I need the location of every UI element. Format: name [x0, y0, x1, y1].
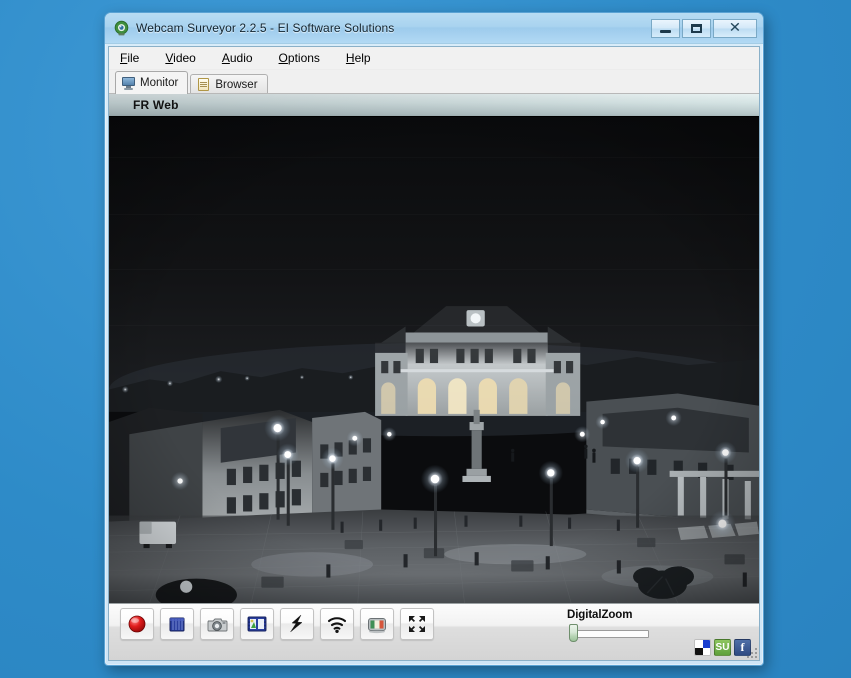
menu-item-help[interactable]: Help — [343, 49, 384, 67]
menu-label-file: ile — [127, 51, 140, 65]
camera-name: FR Web — [133, 98, 179, 112]
maximize-button[interactable] — [682, 18, 711, 38]
menu-item-options[interactable]: Options — [276, 49, 333, 67]
fullscreen-icon — [409, 616, 425, 632]
digital-zoom-slider[interactable] — [567, 624, 651, 642]
webcam-icon — [113, 20, 130, 37]
tab-monitor[interactable]: Monitor — [115, 71, 189, 94]
resize-grip[interactable] — [744, 645, 757, 658]
menu-label-audio: udio — [229, 51, 253, 65]
client-area: File Video Audio Options Help Monitor Br… — [108, 46, 760, 661]
menu-label-help: elp — [354, 51, 371, 65]
social-links: SU f — [694, 639, 751, 656]
menu-item-audio[interactable]: Audio — [219, 49, 266, 67]
red-record-icon — [128, 615, 146, 633]
lightning-icon — [290, 614, 303, 633]
delicious-button[interactable] — [694, 639, 711, 656]
video-feed[interactable] — [109, 117, 759, 603]
digital-zoom-label: DigitalZoom — [567, 609, 633, 621]
blue-stop-icon — [169, 617, 185, 632]
camera-header: FR Web — [109, 94, 759, 117]
window-title: Webcam Surveyor 2.2.5 - EI Software Solu… — [136, 21, 395, 35]
desktop-background: Webcam Surveyor 2.2.5 - EI Software Solu… — [0, 0, 851, 678]
menu-item-file[interactable]: File — [117, 49, 152, 67]
stop-button[interactable] — [160, 608, 194, 640]
broadcast-button[interactable] — [320, 608, 354, 640]
tab-browser[interactable]: Browser — [190, 74, 268, 94]
toolbar-button-row — [120, 608, 434, 640]
maximize-icon — [691, 23, 702, 33]
digital-zoom-group: DigitalZoom — [567, 609, 657, 642]
bottom-toolbar: DigitalZoom SU f — [109, 603, 759, 660]
stumbleupon-button[interactable]: SU — [714, 639, 731, 656]
night-scene-image — [109, 117, 759, 603]
close-button[interactable]: ✕ — [713, 18, 757, 38]
record-button[interactable] — [120, 608, 154, 640]
fullscreen-button[interactable] — [400, 608, 434, 640]
tab-strip: Monitor Browser — [109, 70, 759, 94]
window-controls: ✕ — [651, 18, 759, 38]
menu-label-video: ideo — [173, 51, 196, 65]
tab-browser-label: Browser — [215, 78, 258, 91]
film-strip-icon — [247, 616, 267, 632]
menu-item-video[interactable]: Video — [162, 49, 208, 67]
tv-monitor-icon — [368, 618, 386, 634]
tab-monitor-label: Monitor — [140, 77, 179, 89]
snapshot-button[interactable] — [200, 608, 234, 640]
monitor-button[interactable] — [360, 608, 394, 640]
slider-track[interactable] — [575, 630, 649, 638]
wifi-icon — [327, 617, 347, 633]
delicious-icon — [695, 640, 703, 648]
stumbleupon-label: SU — [715, 642, 730, 653]
minimize-button[interactable] — [651, 18, 680, 38]
film-button[interactable] — [240, 608, 274, 640]
slider-thumb[interactable] — [569, 624, 578, 642]
motion-button[interactable] — [280, 608, 314, 640]
menu-bar: File Video Audio Options Help — [109, 47, 759, 70]
title-bar: Webcam Surveyor 2.2.5 - EI Software Solu… — [105, 13, 763, 44]
page-icon — [197, 78, 211, 91]
camera-icon — [207, 618, 228, 632]
application-window: Webcam Surveyor 2.2.5 - EI Software Solu… — [104, 12, 764, 666]
close-icon: ✕ — [728, 20, 742, 36]
monitor-icon — [122, 76, 136, 90]
minimize-icon — [660, 29, 671, 33]
menu-label-options: ptions — [287, 51, 320, 65]
